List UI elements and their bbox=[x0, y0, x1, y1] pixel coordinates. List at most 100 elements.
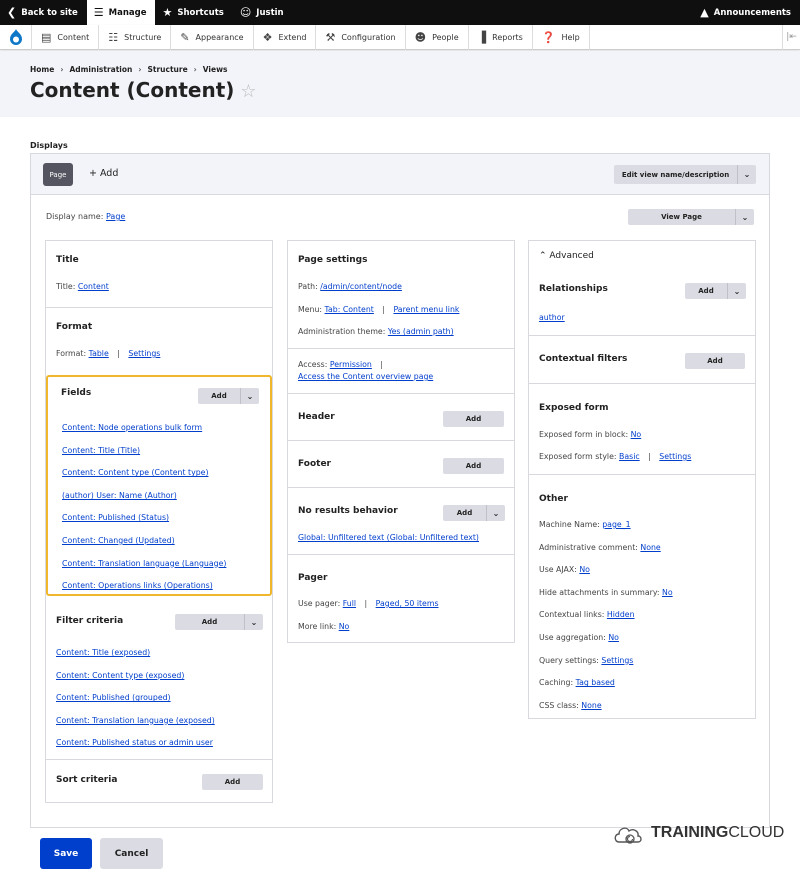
title-section: Title Title: Content bbox=[46, 241, 272, 308]
chevron-down-icon[interactable]: ⌄ bbox=[245, 614, 263, 630]
format-settings-link[interactable]: Settings bbox=[128, 349, 160, 358]
relationships-add-button[interactable]: Add bbox=[685, 283, 728, 299]
footer-add-button[interactable]: Add bbox=[443, 458, 504, 474]
pager-paged-link[interactable]: Paged, 50 items bbox=[376, 599, 439, 608]
contextual-filters-add-button[interactable]: Add bbox=[685, 353, 745, 369]
chevron-down-icon[interactable]: ⌄ bbox=[736, 209, 754, 225]
css-class-link[interactable]: None bbox=[581, 701, 601, 710]
filter-add-dropbutton[interactable]: Add ⌄ bbox=[175, 614, 263, 630]
menu-structure[interactable]: ☷ Structure bbox=[99, 24, 172, 50]
filter-link[interactable]: Content: Content type (exposed) bbox=[56, 665, 215, 688]
field-link[interactable]: (author) User: Name (Author) bbox=[62, 485, 226, 508]
use-aggregation-link[interactable]: No bbox=[608, 633, 619, 642]
contextual-links-link[interactable]: Hidden bbox=[607, 610, 635, 619]
field-link[interactable]: Content: Node operations bulk form bbox=[62, 417, 226, 440]
display-tab-page[interactable]: Page bbox=[43, 163, 73, 186]
add-display-button[interactable]: + Add bbox=[89, 168, 118, 179]
filter-list: Content: Title (exposed) Content: Conten… bbox=[56, 642, 215, 755]
title-heading: Title bbox=[56, 255, 79, 265]
fields-add-button[interactable]: Add bbox=[198, 388, 241, 404]
save-button[interactable]: Save bbox=[40, 838, 92, 869]
chevron-down-icon[interactable]: ⌄ bbox=[738, 165, 756, 184]
field-link[interactable]: Content: Changed (Updated) bbox=[62, 530, 226, 553]
people-icon: ☻ bbox=[414, 30, 427, 44]
sort-add-button[interactable]: Add bbox=[202, 774, 263, 790]
title-value-link[interactable]: Content bbox=[78, 282, 109, 291]
breadcrumb-views[interactable]: Views bbox=[203, 65, 228, 74]
parent-menu-link[interactable]: Parent menu link bbox=[393, 305, 459, 314]
other-section: Other Machine Name: page_1 Administrativ… bbox=[529, 476, 755, 716]
relationships-add-dropbutton[interactable]: Add ⌄ bbox=[685, 283, 746, 299]
field-link[interactable]: Content: Title (Title) bbox=[62, 440, 226, 463]
advanced-toggle[interactable]: ⌃ Advanced bbox=[539, 251, 594, 261]
field-link[interactable]: Content: Translation language (Language) bbox=[62, 553, 226, 576]
no-results-link[interactable]: Global: Unfiltered text (Global: Unfilte… bbox=[298, 533, 479, 542]
query-settings-link[interactable]: Settings bbox=[601, 656, 633, 665]
machine-name-link[interactable]: page_1 bbox=[602, 520, 630, 529]
menu-reports[interactable]: ▐ Reports bbox=[469, 24, 533, 50]
edit-view-name-button[interactable]: Edit view name/description bbox=[614, 165, 738, 184]
view-page-dropbutton[interactable]: View Page ⌄ bbox=[628, 209, 754, 225]
chevron-down-icon[interactable]: ⌄ bbox=[487, 505, 505, 521]
back-to-site-link[interactable]: ❮ Back to site bbox=[0, 0, 87, 25]
hide-attachments-link[interactable]: No bbox=[662, 588, 673, 597]
field-link[interactable]: Content: Content type (Content type) bbox=[62, 462, 226, 485]
menu-appearance[interactable]: ✎ Appearance bbox=[171, 24, 254, 50]
field-link[interactable]: Content: Operations links (Operations) bbox=[62, 575, 226, 598]
view-page-button[interactable]: View Page bbox=[628, 209, 736, 225]
menu-configuration[interactable]: ⚒ Configuration bbox=[316, 24, 406, 50]
menu-people[interactable]: ☻ People bbox=[406, 24, 469, 50]
header-section: Header Add bbox=[288, 394, 514, 441]
no-results-add-dropbutton[interactable]: Add ⌄ bbox=[443, 505, 505, 521]
edit-view-name-dropbutton[interactable]: Edit view name/description ⌄ bbox=[614, 165, 756, 184]
favorite-star-icon[interactable]: ☆ bbox=[240, 81, 256, 102]
caching-link[interactable]: Tag based bbox=[576, 678, 615, 687]
filter-link[interactable]: Content: Published status or admin user bbox=[56, 732, 215, 755]
use-ajax-row: Use AJAX: No bbox=[539, 565, 590, 575]
admin-comment-link[interactable]: None bbox=[640, 543, 660, 552]
drupal-logo-icon[interactable] bbox=[0, 24, 32, 50]
breadcrumb-home[interactable]: Home bbox=[30, 65, 54, 74]
filter-link[interactable]: Content: Title (exposed) bbox=[56, 642, 215, 665]
relationship-link[interactable]: author bbox=[539, 313, 565, 322]
chevron-down-icon[interactable]: ⌄ bbox=[241, 388, 259, 404]
no-results-add-button[interactable]: Add bbox=[443, 505, 487, 521]
exposed-style-settings-link[interactable]: Settings bbox=[659, 452, 691, 461]
fields-add-dropbutton[interactable]: Add ⌄ bbox=[198, 388, 259, 404]
breadcrumb-structure[interactable]: Structure bbox=[147, 65, 187, 74]
announcements-tab[interactable]: ▲ Announcements bbox=[693, 0, 800, 25]
filter-link[interactable]: Content: Published (grouped) bbox=[56, 687, 215, 710]
shortcuts-tab[interactable]: ★ Shortcuts bbox=[155, 0, 232, 25]
access-overview-link[interactable]: Access the Content overview page bbox=[298, 372, 433, 381]
pager-full-link[interactable]: Full bbox=[343, 599, 356, 608]
display-name-link[interactable]: Page bbox=[106, 212, 125, 221]
exposed-block-link[interactable]: No bbox=[631, 430, 642, 439]
no-results-heading: No results behavior bbox=[298, 506, 398, 516]
chevron-down-icon[interactable]: ⌄ bbox=[728, 283, 746, 299]
menu-content[interactable]: ▤ Content bbox=[32, 24, 100, 50]
menu-tab-link[interactable]: Tab: Content bbox=[325, 305, 374, 314]
collapse-tray-icon[interactable]: |⇤ bbox=[782, 24, 800, 50]
displays-label: Displays bbox=[30, 141, 68, 150]
manage-tab[interactable]: ☰ Manage bbox=[86, 0, 156, 25]
admin-theme-link[interactable]: Yes (admin path) bbox=[388, 327, 454, 336]
use-ajax-link[interactable]: No bbox=[579, 565, 590, 574]
format-table-link[interactable]: Table bbox=[89, 349, 109, 358]
format-row: Format: Table | Settings bbox=[56, 349, 161, 358]
menu-help[interactable]: ❓ Help bbox=[533, 24, 590, 50]
access-permission-link[interactable]: Permission bbox=[330, 360, 372, 369]
other-heading: Other bbox=[539, 494, 568, 504]
cancel-button[interactable]: Cancel bbox=[100, 838, 163, 869]
admin-comment-row: Administrative comment: None bbox=[539, 542, 661, 552]
relationships-heading: Relationships bbox=[539, 284, 608, 294]
header-add-button[interactable]: Add bbox=[443, 411, 504, 427]
field-link[interactable]: Content: Published (Status) bbox=[62, 507, 226, 530]
exposed-style-link[interactable]: Basic bbox=[619, 452, 640, 461]
more-link-value[interactable]: No bbox=[339, 622, 350, 631]
user-tab[interactable]: ☺ Justin bbox=[233, 0, 293, 25]
filter-link[interactable]: Content: Translation language (exposed) bbox=[56, 710, 215, 733]
filter-add-button[interactable]: Add bbox=[175, 614, 245, 630]
path-link[interactable]: /admin/content/node bbox=[320, 282, 402, 291]
menu-extend[interactable]: ❖ Extend bbox=[254, 24, 317, 50]
breadcrumb-administration[interactable]: Administration bbox=[69, 65, 132, 74]
